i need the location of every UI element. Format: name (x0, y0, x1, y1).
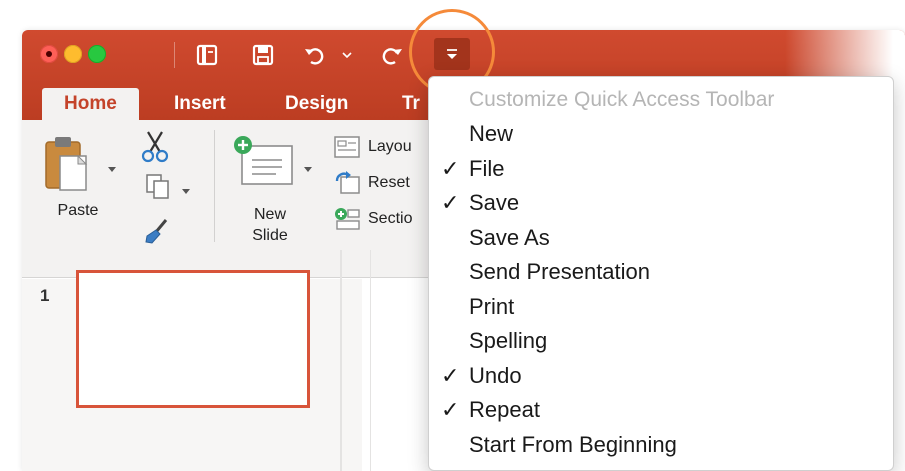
customize-menu-icon (447, 49, 457, 59)
copy-dropdown-arrow[interactable] (182, 182, 190, 200)
menu-item-save-as[interactable]: Save As (429, 221, 893, 256)
qat-undo-button[interactable] (300, 40, 330, 70)
chevron-down-icon (342, 52, 352, 59)
chevron-down-icon (108, 167, 116, 172)
menu-item-label: Start From Beginning (469, 431, 677, 457)
qat-repeat-button[interactable] (377, 40, 407, 70)
clipboard-icon (45, 137, 88, 191)
new-slide-label-line1: New (253, 206, 286, 223)
minimize-window-button[interactable] (64, 45, 82, 63)
scissors-icon (141, 131, 169, 163)
new-slide-label-line2: Slide (252, 227, 288, 244)
menu-item-label: New (469, 121, 514, 146)
qat-separator (174, 42, 175, 68)
layout-icon (334, 136, 360, 158)
menu-item-spelling[interactable]: Spelling (429, 324, 893, 359)
customize-qat-menu: Customize Quick Access Toolbar New ✓ File ✓… (428, 76, 894, 471)
cut-button[interactable] (140, 130, 170, 169)
menu-item-label: Save (469, 190, 520, 215)
menu-item-label: Repeat (469, 397, 540, 422)
maximize-window-button[interactable] (88, 45, 106, 63)
paste-dropdown-arrow[interactable] (108, 160, 116, 178)
checkmark-icon: ✓ (441, 397, 460, 422)
format-painter-button[interactable] (142, 216, 172, 251)
menu-item-start-from-beginning[interactable]: Start From Beginning (429, 428, 893, 463)
new-slide-icon (234, 136, 293, 185)
pane-divider (370, 250, 371, 471)
reset-button[interactable]: Reset (334, 170, 410, 196)
layout-button[interactable]: Layou (334, 134, 412, 160)
menu-item-label: Save As (469, 224, 550, 250)
menu-item-repeat[interactable]: ✓ Repeat (429, 393, 893, 428)
paste-label: Paste (57, 202, 99, 219)
repeat-icon (382, 48, 402, 65)
layout-label: Layou (368, 138, 412, 155)
copy-button[interactable] (144, 172, 172, 205)
new-slide-button[interactable] (232, 134, 296, 197)
customize-qat-button[interactable] (434, 38, 470, 70)
slide-thumbnail[interactable] (76, 270, 310, 408)
save-icon (252, 44, 274, 66)
qat-save-button[interactable] (248, 40, 278, 70)
reset-icon (335, 171, 360, 194)
menu-header: Customize Quick Access Toolbar (469, 88, 775, 111)
checkmark-icon: ✓ (441, 190, 460, 215)
paintbrush-icon (145, 219, 168, 244)
ribbon-divider (214, 130, 215, 242)
menu-item-send-presentation[interactable]: Send Presentation (429, 255, 893, 290)
undo-icon (305, 48, 324, 65)
chevron-down-icon (304, 167, 312, 172)
reset-label: Reset (368, 174, 410, 191)
chevron-down-icon (182, 189, 190, 194)
section-button[interactable]: Sectio (334, 206, 412, 232)
file-icon (196, 44, 218, 66)
menu-item-file[interactable]: ✓ File (429, 152, 893, 187)
menu-item-label: Undo (469, 362, 522, 388)
paste-button[interactable] (42, 134, 92, 201)
copy-icon (146, 174, 169, 199)
checkmark-icon: ✓ (441, 155, 460, 181)
new-slide-dropdown-arrow[interactable] (304, 160, 312, 178)
menu-item-new[interactable]: New (429, 117, 893, 152)
menu-item-undo[interactable]: ✓ Undo (429, 359, 893, 394)
menu-item-print[interactable]: Print (429, 290, 893, 325)
qat-file-button[interactable] (192, 40, 222, 70)
menu-item-save[interactable]: ✓ Save (429, 186, 893, 221)
menu-item-label: Send Presentation (469, 259, 651, 284)
section-label: Sectio (368, 210, 413, 227)
menu-item-label: File (469, 155, 505, 181)
close-window-button[interactable] (40, 45, 58, 63)
slide-number: 1 (40, 286, 50, 305)
pane-divider (340, 250, 342, 471)
tab-home[interactable]: Home (42, 88, 139, 120)
menu-items: New ✓ File ✓ Save Save As Send Presentation Pri… (429, 117, 893, 462)
checkmark-icon: ✓ (441, 362, 460, 388)
section-icon (335, 208, 360, 230)
menu-item-label: Spelling (469, 328, 548, 353)
tab-design[interactable]: Design (265, 88, 368, 120)
new-slide-label: New Slide (240, 204, 300, 246)
tab-insert[interactable]: Insert (154, 88, 246, 120)
menu-item-label: Print (469, 293, 515, 319)
undo-dropdown-arrow[interactable] (340, 40, 354, 70)
